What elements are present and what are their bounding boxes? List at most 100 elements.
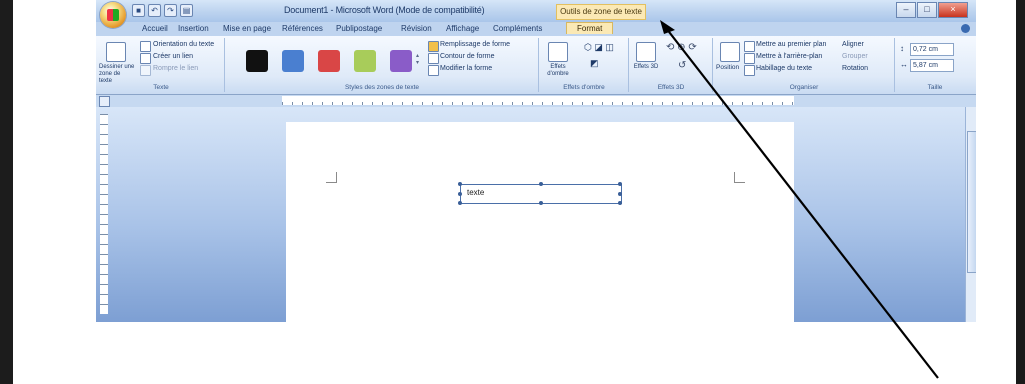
group-button[interactable]: Grouper: [842, 53, 868, 60]
group-shadow: Effets d'ombre ⬡ ◪ ◫ ◩ Effets d'ombre: [540, 38, 629, 92]
vertical-ruler[interactable]: [100, 114, 108, 314]
document-title: Document1 - Microsoft Word (Mode de comp…: [284, 5, 485, 15]
tab-publipostage[interactable]: Publipostage: [336, 24, 382, 33]
resize-handle-b[interactable]: [539, 201, 543, 205]
3d-effects-button[interactable]: Effets 3D: [632, 64, 660, 71]
tab-format[interactable]: Format: [566, 22, 614, 34]
scrollbar-thumb[interactable]: [967, 131, 976, 273]
tab-insertion[interactable]: Insertion: [178, 24, 209, 33]
outline-icon: [428, 53, 439, 64]
group-size: ↕ 0,72 cm ↔ 5,87 cm Taille: [896, 38, 974, 92]
fill-icon: [428, 41, 439, 52]
width-icon: ↔: [900, 60, 908, 69]
office-button[interactable]: [100, 2, 126, 28]
draw-text-box-button[interactable]: Dessiner une zone de texte: [99, 64, 135, 85]
link-icon: [140, 53, 151, 64]
save-icon[interactable]: ■: [132, 4, 145, 17]
resize-handle-t[interactable]: [539, 182, 543, 186]
height-input[interactable]: 0,72 cm: [910, 43, 954, 56]
resize-handle-l[interactable]: [458, 192, 462, 196]
text-box[interactable]: texte: [458, 182, 622, 205]
align-button[interactable]: Aligner: [842, 41, 864, 48]
resize-handle-tl[interactable]: [458, 182, 462, 186]
position-icon[interactable]: [720, 42, 740, 62]
group-styles: ▴ ▾ Remplissage de forme Contour de forme…: [226, 38, 539, 92]
group-label-3d: Effets 3D: [657, 84, 685, 91]
tab-selector-icon[interactable]: [99, 96, 110, 107]
margin-corner-left: [326, 172, 337, 183]
resize-handle-bl[interactable]: [458, 201, 462, 205]
change-shape-button[interactable]: Modifier la forme: [440, 65, 492, 72]
title-bar: ■ ↶ ↷ ▤ Document1 - Microsoft Word (Mode…: [96, 0, 976, 22]
style-swatch-blue[interactable]: [282, 50, 304, 72]
ribbon-tabs: Accueil Insertion Mise en page Référence…: [96, 22, 976, 36]
resize-handle-tr[interactable]: [618, 182, 622, 186]
style-swatch-green[interactable]: [354, 50, 376, 72]
shadow-toggle-icon[interactable]: ◩: [590, 58, 599, 69]
word-window: ■ ↶ ↷ ▤ Document1 - Microsoft Word (Mode…: [96, 0, 976, 322]
document-page[interactable]: texte: [286, 122, 794, 322]
outline-button[interactable]: Contour de forme: [440, 53, 494, 60]
group-arrange: Position Mettre au premier plan Mettre à…: [714, 38, 895, 92]
create-link-button[interactable]: Créer un lien: [153, 53, 193, 60]
gallery-scroll-icon[interactable]: ▴ ▾: [416, 52, 419, 66]
vertical-scrollbar[interactable]: [965, 107, 976, 322]
undo-icon[interactable]: ↶: [148, 4, 161, 17]
fill-button[interactable]: Remplissage de forme: [440, 41, 510, 48]
style-swatch-black[interactable]: [246, 50, 268, 72]
nudge-shadow-icon[interactable]: ⬡ ◪ ◫: [584, 42, 614, 53]
shadow-effects-icon[interactable]: [548, 42, 568, 62]
group-label-size: Taille: [927, 84, 943, 91]
wrap-text-icon: [744, 65, 755, 76]
rotate-button[interactable]: Rotation: [842, 65, 868, 72]
contextual-tab-title: Outils de zone de texte: [556, 4, 646, 20]
group-label-texte: Texte: [153, 84, 169, 91]
shadow-effects-button[interactable]: Effets d'ombre: [542, 64, 574, 78]
position-button[interactable]: Position: [716, 64, 739, 71]
maximize-button[interactable]: □: [917, 2, 937, 18]
tab-mise-en-page[interactable]: Mise en page: [223, 24, 271, 33]
resize-handle-r[interactable]: [618, 192, 622, 196]
tilt-down-icon[interactable]: ↺: [678, 60, 686, 71]
tab-affichage[interactable]: Affichage: [446, 24, 479, 33]
tab-accueil[interactable]: Accueil: [142, 24, 168, 33]
group-label-styles: Styles des zones de texte: [344, 84, 420, 91]
horizontal-ruler[interactable]: [282, 96, 794, 105]
3d-effects-icon[interactable]: [636, 42, 656, 62]
group-texte: Dessiner une zone de texte Orientation d…: [98, 38, 225, 92]
redo-icon[interactable]: ↷: [164, 4, 177, 17]
text-box-content[interactable]: texte: [467, 188, 484, 197]
send-back-icon: [744, 53, 755, 64]
close-button[interactable]: ×: [938, 2, 968, 18]
bring-front-button[interactable]: Mettre au premier plan: [756, 41, 826, 48]
break-link-button[interactable]: Rompre le lien: [153, 65, 198, 72]
ruler-row: [96, 95, 976, 107]
tab-revision[interactable]: Révision: [401, 24, 432, 33]
text-direction-button[interactable]: Orientation du texte: [153, 41, 214, 48]
group-3d: Effets 3D ⟲ ⊕ ⟳ ↺ Effets 3D: [630, 38, 713, 92]
text-direction-icon: [140, 41, 151, 52]
width-input[interactable]: 5,87 cm: [910, 59, 954, 72]
resize-handle-br[interactable]: [618, 201, 622, 205]
quick-access-toolbar: ■ ↶ ↷ ▤: [132, 4, 193, 17]
send-back-button[interactable]: Mettre à l'arrière-plan: [756, 53, 822, 60]
window-controls: – □ ×: [896, 2, 968, 18]
break-link-icon: [140, 65, 151, 76]
tilt-icons[interactable]: ⟲ ⊕ ⟳: [666, 42, 697, 53]
help-icon[interactable]: [961, 24, 970, 33]
tab-complements[interactable]: Compléments: [493, 24, 542, 33]
group-label-shadow: Effets d'ombre: [563, 84, 605, 91]
print-icon[interactable]: ▤: [180, 4, 193, 17]
change-shape-icon: [428, 65, 439, 76]
margin-corner-right: [734, 172, 745, 183]
height-icon: ↕: [900, 44, 904, 53]
bring-front-icon: [744, 41, 755, 52]
tab-references[interactable]: Références: [282, 24, 323, 33]
draw-text-box-icon[interactable]: [106, 42, 126, 62]
minimize-button[interactable]: –: [896, 2, 916, 18]
ribbon: Dessiner une zone de texte Orientation d…: [96, 36, 976, 95]
office-logo-icon: [107, 9, 119, 21]
style-swatch-red[interactable]: [318, 50, 340, 72]
wrap-text-button[interactable]: Habillage du texte: [756, 65, 812, 72]
style-swatch-purple[interactable]: [390, 50, 412, 72]
